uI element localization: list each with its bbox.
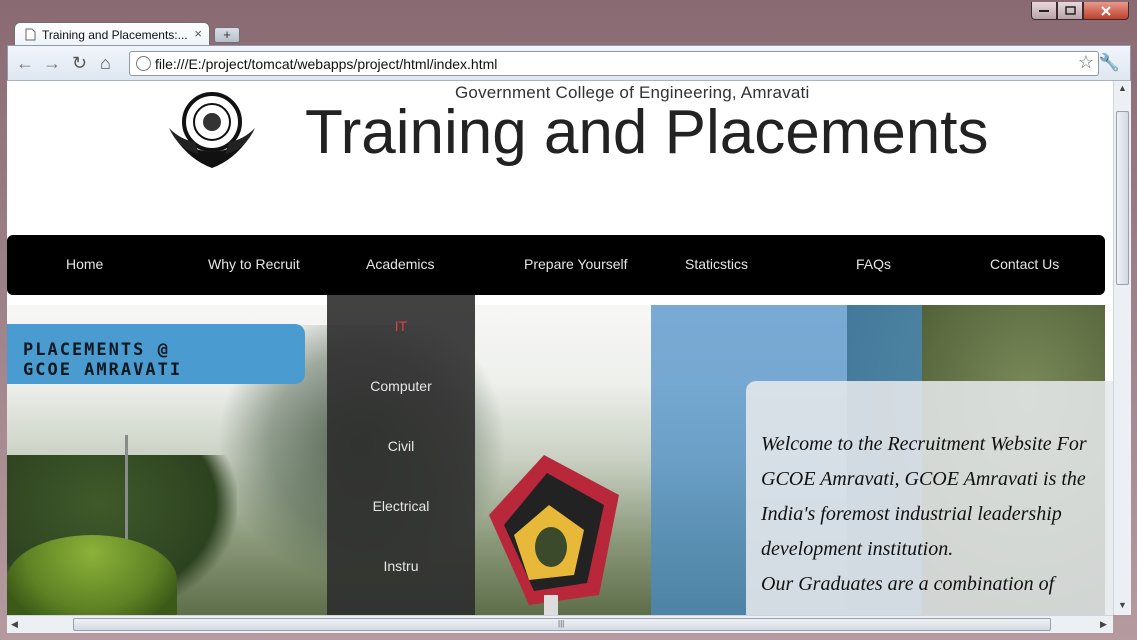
nav-academics[interactable]: Academics (366, 256, 434, 272)
college-logo (169, 92, 255, 168)
page-icon (25, 28, 36, 41)
horizontal-scrollbar[interactable]: ◀ ||| ▶ (7, 615, 1113, 633)
dropdown-item-electrical[interactable]: Electrical (327, 498, 475, 514)
page-viewport: Government College of Engineering, Amrav… (7, 81, 1113, 615)
scroll-grip: ||| (558, 619, 565, 628)
welcome-text: Welcome to the Recruitment Website For G… (761, 427, 1101, 602)
new-tab-button[interactable]: + (214, 27, 240, 43)
placements-badge: PLACEMENTS @ GCOE AMRAVATI (7, 324, 305, 384)
nav-why-to-recruit[interactable]: Why to Recruit (208, 256, 300, 272)
main-navbar: Home Why to Recruit Academics Prepare Yo… (7, 235, 1105, 295)
scroll-right-icon[interactable]: ▶ (1100, 619, 1107, 630)
lamp-pole (125, 435, 128, 545)
welcome-paragraph-2: Our Graduates are a combination of (761, 573, 1055, 595)
nav-prepare-yourself[interactable]: Prepare Yourself (524, 256, 628, 272)
tab-close-icon[interactable]: × (194, 26, 202, 41)
wrench-menu-icon[interactable]: 🔧 (1099, 53, 1120, 73)
nav-contact-us[interactable]: Contact Us (990, 256, 1059, 272)
browser-window: Training and Placements:... × + ← → ↻ ⌂ … (0, 0, 1137, 640)
url-text[interactable]: file:///E:/project/tomcat/webapps/projec… (155, 56, 497, 72)
site-title: Training and Placements (305, 98, 989, 167)
minimize-icon (1039, 9, 1049, 12)
dropdown-item-instru[interactable]: Instru (327, 558, 475, 574)
vertical-scrollbar[interactable]: ▲ ▼ (1113, 81, 1131, 615)
window-controls (1031, 2, 1129, 20)
scroll-down-icon[interactable]: ▼ (1118, 600, 1127, 610)
welcome-panel: Welcome to the Recruitment Website For G… (746, 381, 1113, 615)
academics-dropdown: IT Computer Civil Electrical Instru (327, 295, 475, 615)
sculpture-image (489, 455, 619, 615)
browser-tab[interactable]: Training and Placements:... × (14, 22, 210, 46)
maximize-icon (1064, 6, 1076, 15)
home-icon[interactable]: ⌂ (100, 53, 111, 74)
bush-image (7, 535, 177, 615)
reload-icon[interactable]: ↻ (72, 53, 87, 74)
close-window-button[interactable] (1083, 2, 1129, 20)
nav-statistics[interactable]: Staticstics (685, 256, 748, 272)
forward-icon[interactable]: → (43, 53, 61, 74)
nav-faqs[interactable]: FAQs (856, 256, 891, 272)
vertical-scroll-thumb[interactable] (1116, 111, 1129, 285)
dropdown-item-computer[interactable]: Computer (327, 378, 475, 394)
dropdown-item-it[interactable]: IT (327, 318, 475, 334)
scroll-left-icon[interactable]: ◀ (11, 619, 18, 630)
globe-icon (136, 56, 151, 71)
close-icon (1101, 5, 1111, 16)
badge-line-1: PLACEMENTS @ (23, 340, 170, 360)
address-bar[interactable]: file:///E:/project/tomcat/webapps/projec… (129, 51, 1099, 76)
tab-title: Training and Placements:... (42, 27, 188, 42)
dropdown-item-civil[interactable]: Civil (327, 438, 475, 454)
nav-home[interactable]: Home (66, 256, 103, 272)
minimize-button[interactable] (1031, 2, 1057, 20)
badge-line-2: GCOE AMRAVATI (23, 360, 183, 380)
horizontal-scroll-thumb[interactable]: ||| (73, 618, 1051, 631)
back-icon[interactable]: ← (16, 53, 34, 74)
browser-toolbar: ← → ↻ ⌂ file:///E:/project/tomcat/webapp… (7, 45, 1131, 81)
bookmark-star-icon[interactable]: ☆ (1078, 52, 1094, 73)
scroll-up-icon[interactable]: ▲ (1118, 83, 1127, 93)
tab-strip: Training and Placements:... × + (0, 22, 1137, 46)
welcome-paragraph-1: Welcome to the Recruitment Website For G… (761, 433, 1087, 560)
maximize-button[interactable] (1057, 2, 1083, 20)
